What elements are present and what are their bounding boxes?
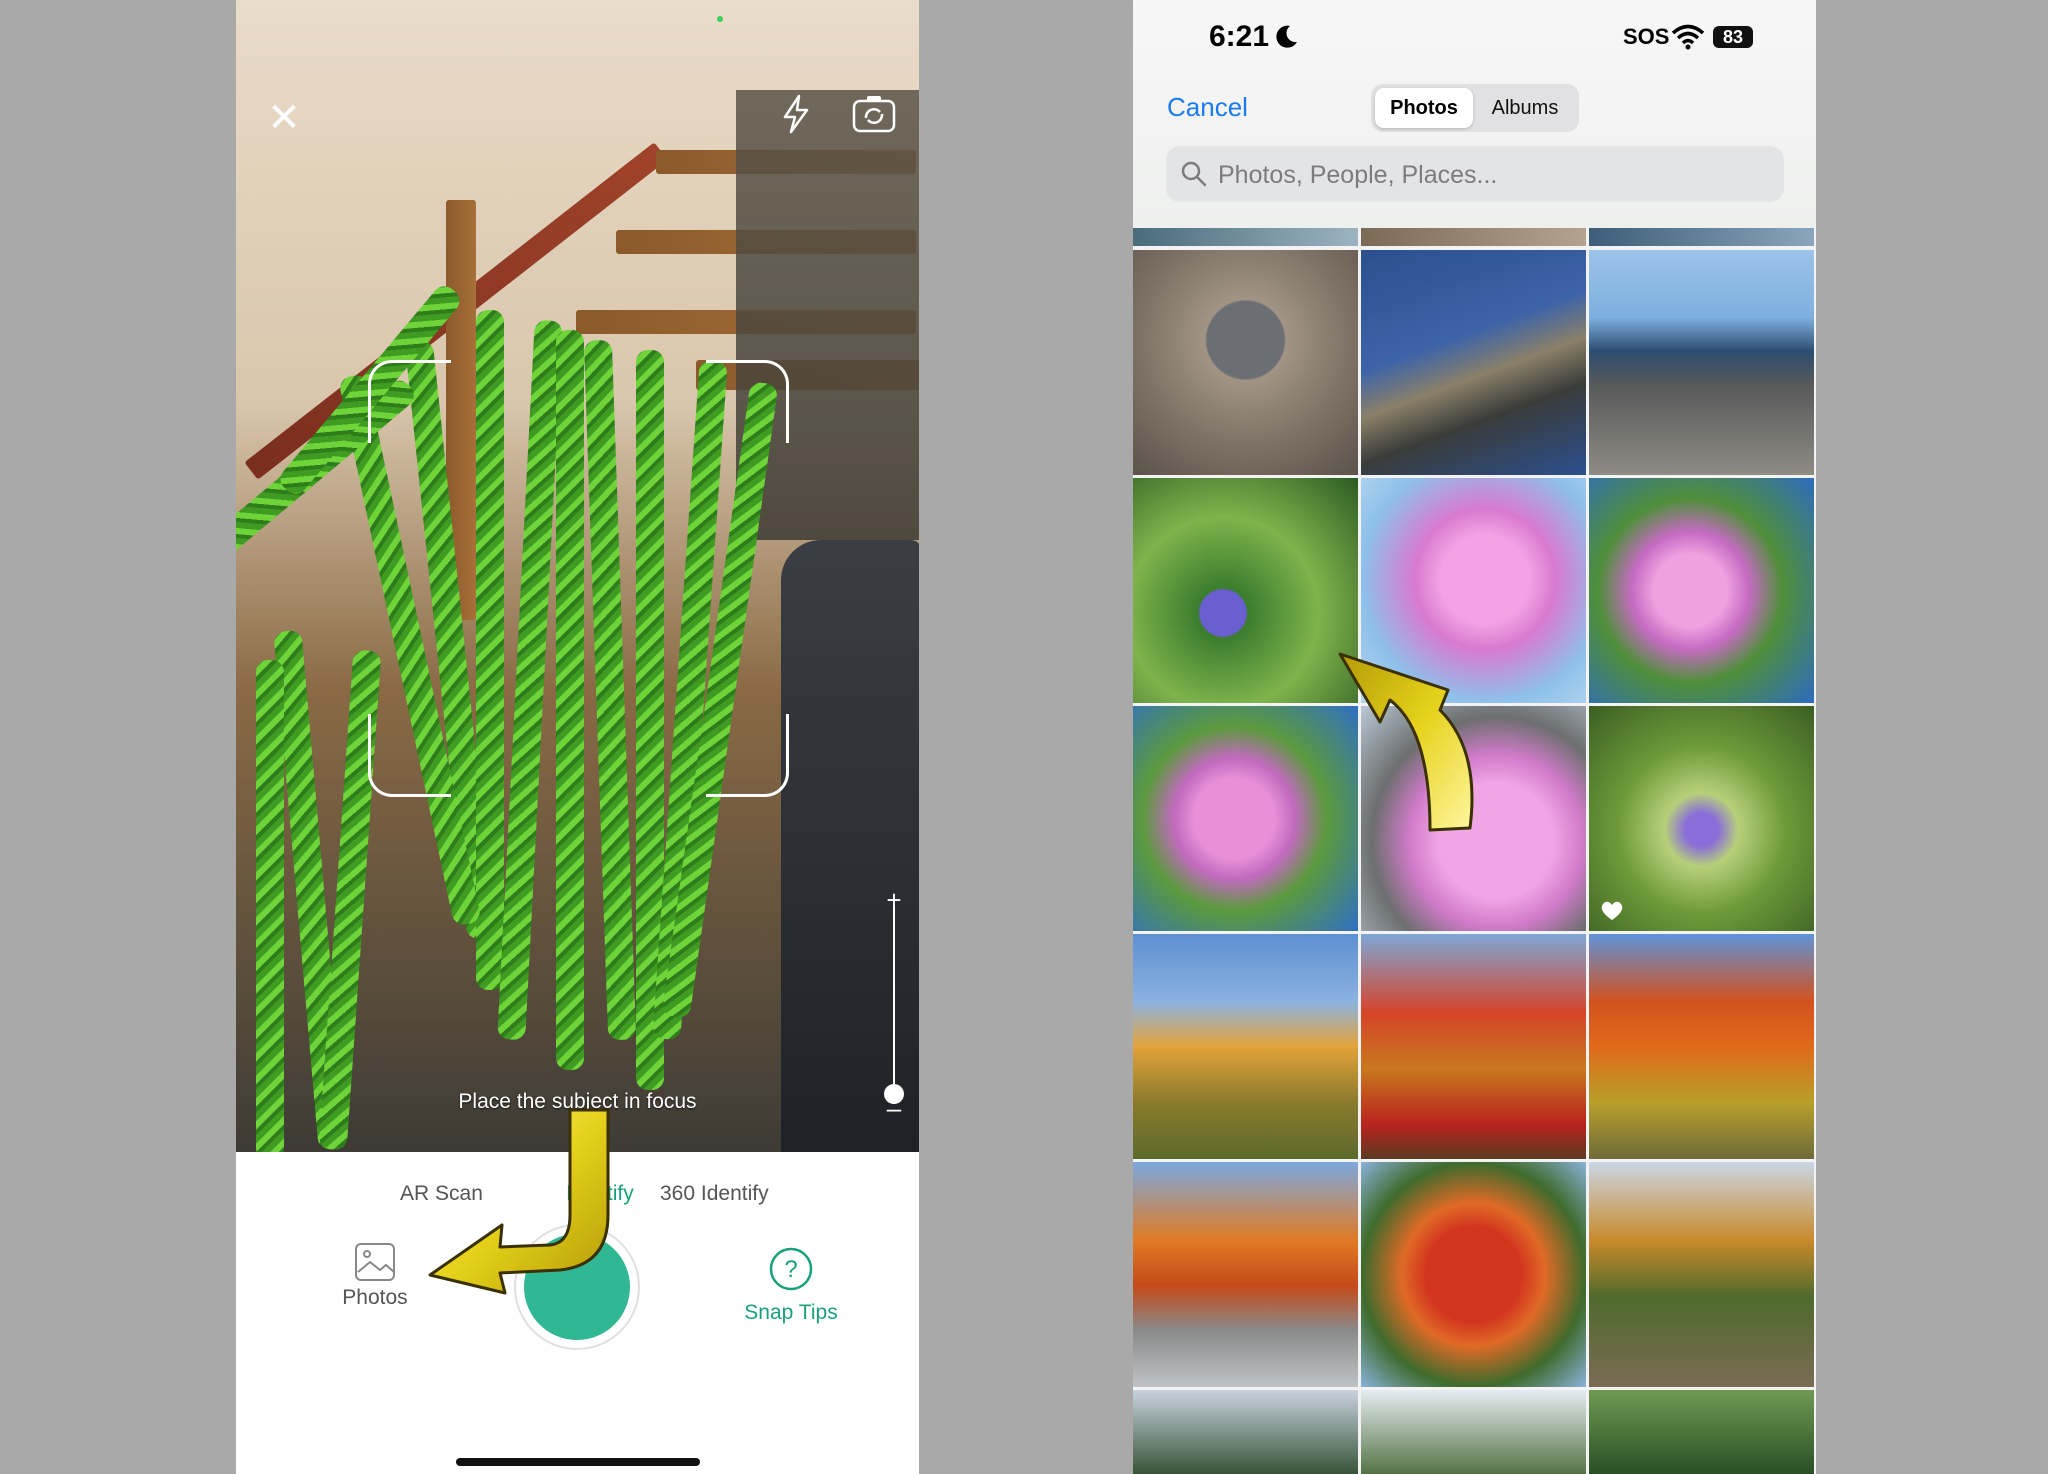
- segmented-control: Photos Albums: [1371, 84, 1579, 132]
- cancel-button[interactable]: Cancel: [1167, 92, 1248, 123]
- camera-viewfinder[interactable]: ✕ + – Place the subject in focus: [236, 0, 919, 1152]
- focus-corner: [706, 714, 789, 797]
- favorite-heart-icon: [1601, 901, 1623, 920]
- annotation-arrow: [1338, 652, 1474, 832]
- photo-thumbnail[interactable]: [1361, 1390, 1586, 1474]
- segment-albums[interactable]: Albums: [1475, 88, 1575, 128]
- wifi-icon: [1671, 24, 1705, 50]
- snap-tips-button[interactable]: ? Snap Tips: [716, 1246, 866, 1336]
- focus-corner: [706, 360, 789, 443]
- focus-corner: [368, 714, 451, 797]
- sos-indicator: SOS: [1623, 24, 1670, 49]
- svg-text:?: ?: [784, 1256, 797, 1283]
- question-icon: ?: [769, 1247, 813, 1291]
- camera-indicator: [717, 16, 723, 22]
- flash-icon[interactable]: [774, 92, 818, 136]
- picker-header: 6:21 SOS 83 Cancel Photos Albums: [1133, 0, 1816, 228]
- close-icon[interactable]: ✕: [262, 96, 306, 140]
- photo-thumbnail[interactable]: [1133, 934, 1358, 1159]
- photo-thumbnail[interactable]: [1589, 1390, 1814, 1474]
- mode-360-identify[interactable]: 360 Identify: [660, 1182, 769, 1206]
- photo-thumbnail[interactable]: [1361, 1162, 1586, 1387]
- gallery-icon: [354, 1242, 396, 1282]
- zoom-slider[interactable]: [893, 906, 895, 1094]
- photo-thumbnail[interactable]: [1133, 478, 1358, 703]
- flip-camera-icon[interactable]: [850, 92, 898, 136]
- photo-thumbnail[interactable]: [1133, 226, 1358, 246]
- moon-icon: [1276, 25, 1297, 48]
- search-icon: [1181, 161, 1207, 187]
- photo-thumbnail[interactable]: [1361, 226, 1586, 246]
- snap-tips-label: Snap Tips: [744, 1301, 838, 1324]
- photo-thumbnail[interactable]: [1589, 934, 1814, 1159]
- home-indicator: [456, 1458, 700, 1466]
- photo-thumbnail[interactable]: [1133, 706, 1358, 931]
- photo-thumbnail[interactable]: [1589, 1162, 1814, 1387]
- photo-thumbnail[interactable]: [1589, 478, 1814, 703]
- photo-thumbnail[interactable]: [1589, 226, 1814, 246]
- photo-thumbnail[interactable]: [1133, 250, 1358, 475]
- annotation-arrow: [428, 1108, 610, 1295]
- photo-thumbnail[interactable]: [1361, 250, 1586, 475]
- status-time: 6:21: [1209, 20, 1270, 53]
- segment-photos[interactable]: Photos: [1375, 88, 1473, 128]
- search-field[interactable]: [1166, 146, 1784, 202]
- photo-thumbnail[interactable]: [1133, 1162, 1358, 1387]
- photo-thumbnail[interactable]: [1361, 934, 1586, 1159]
- search-input[interactable]: [1216, 154, 1770, 196]
- photo-thumbnail[interactable]: [1589, 250, 1814, 475]
- photo-thumbnail[interactable]: [1133, 1390, 1358, 1474]
- hanging-coat: [781, 540, 919, 1152]
- battery-indicator: 83: [1713, 26, 1753, 48]
- focus-corner: [368, 360, 451, 443]
